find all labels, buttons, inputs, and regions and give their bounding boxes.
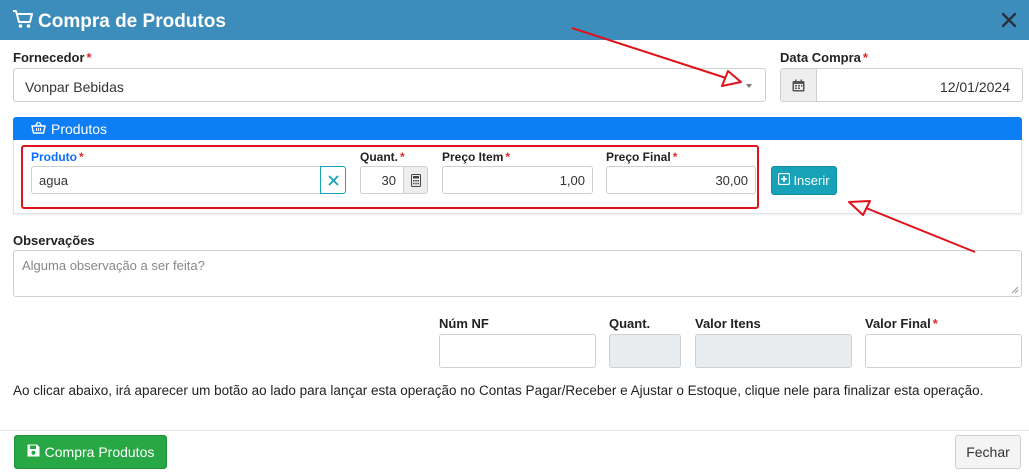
data-compra-label-text: Data Compra [780, 50, 861, 65]
fornecedor-select[interactable]: Vonpar Bebidas [13, 68, 766, 102]
data-compra-field[interactable]: 12/01/2024 [780, 68, 1023, 102]
totals-quant-label: Quant. [609, 316, 651, 331]
basket-icon [31, 121, 46, 137]
close-icon[interactable] [1001, 12, 1017, 28]
valor-final-input[interactable] [865, 334, 1022, 368]
observacoes-textarea[interactable]: Alguma observação a ser feita? [13, 250, 1022, 297]
save-icon [27, 444, 40, 460]
fornecedor-label-text: Fornecedor [13, 50, 85, 65]
info-text: Ao clicar abaixo, irá aparecer um botão … [13, 383, 984, 398]
compra-produtos-label: Compra Produtos [44, 444, 155, 460]
observacoes-placeholder: Alguma observação a ser feita? [22, 258, 205, 273]
cart-icon [12, 9, 34, 35]
highlight-box [21, 145, 759, 209]
fornecedor-label: Fornecedor * [13, 50, 92, 65]
data-compra-value: 12/01/2024 [939, 79, 1010, 95]
valor-final-label: Valor Final * [865, 316, 938, 331]
fornecedor-value: Vonpar Bebidas [25, 79, 124, 95]
plus-square-icon [778, 172, 791, 188]
calendar-icon[interactable] [781, 69, 817, 101]
modal-header: Compra de Produtos [0, 0, 1029, 40]
compra-produtos-button[interactable]: Compra Produtos [14, 435, 167, 469]
observacoes-label: Observações [13, 233, 95, 248]
resize-handle-icon[interactable] [1011, 286, 1019, 294]
num-nf-input[interactable] [439, 334, 596, 368]
produtos-panel-header: Produtos [13, 117, 1022, 140]
valor-itens-input [695, 334, 852, 368]
chevron-down-icon [746, 84, 752, 88]
produtos-panel-title: Produtos [51, 121, 108, 137]
data-compra-label: Data Compra * [780, 50, 868, 65]
required-mark: * [862, 50, 868, 65]
required-mark: * [932, 316, 938, 331]
num-nf-label: Núm NF [439, 316, 489, 331]
valor-final-label-text: Valor Final [865, 316, 931, 331]
fechar-button[interactable]: Fechar [955, 435, 1021, 469]
inserir-button[interactable]: Inserir [771, 166, 837, 195]
modal-title: Compra de Produtos [12, 9, 226, 35]
modal-title-text: Compra de Produtos [38, 11, 226, 32]
footer-divider [0, 430, 1029, 431]
valor-itens-label: Valor Itens [695, 316, 761, 331]
totals-quant-input [609, 334, 681, 368]
inserir-label: Inserir [793, 173, 830, 188]
required-mark: * [86, 50, 92, 65]
